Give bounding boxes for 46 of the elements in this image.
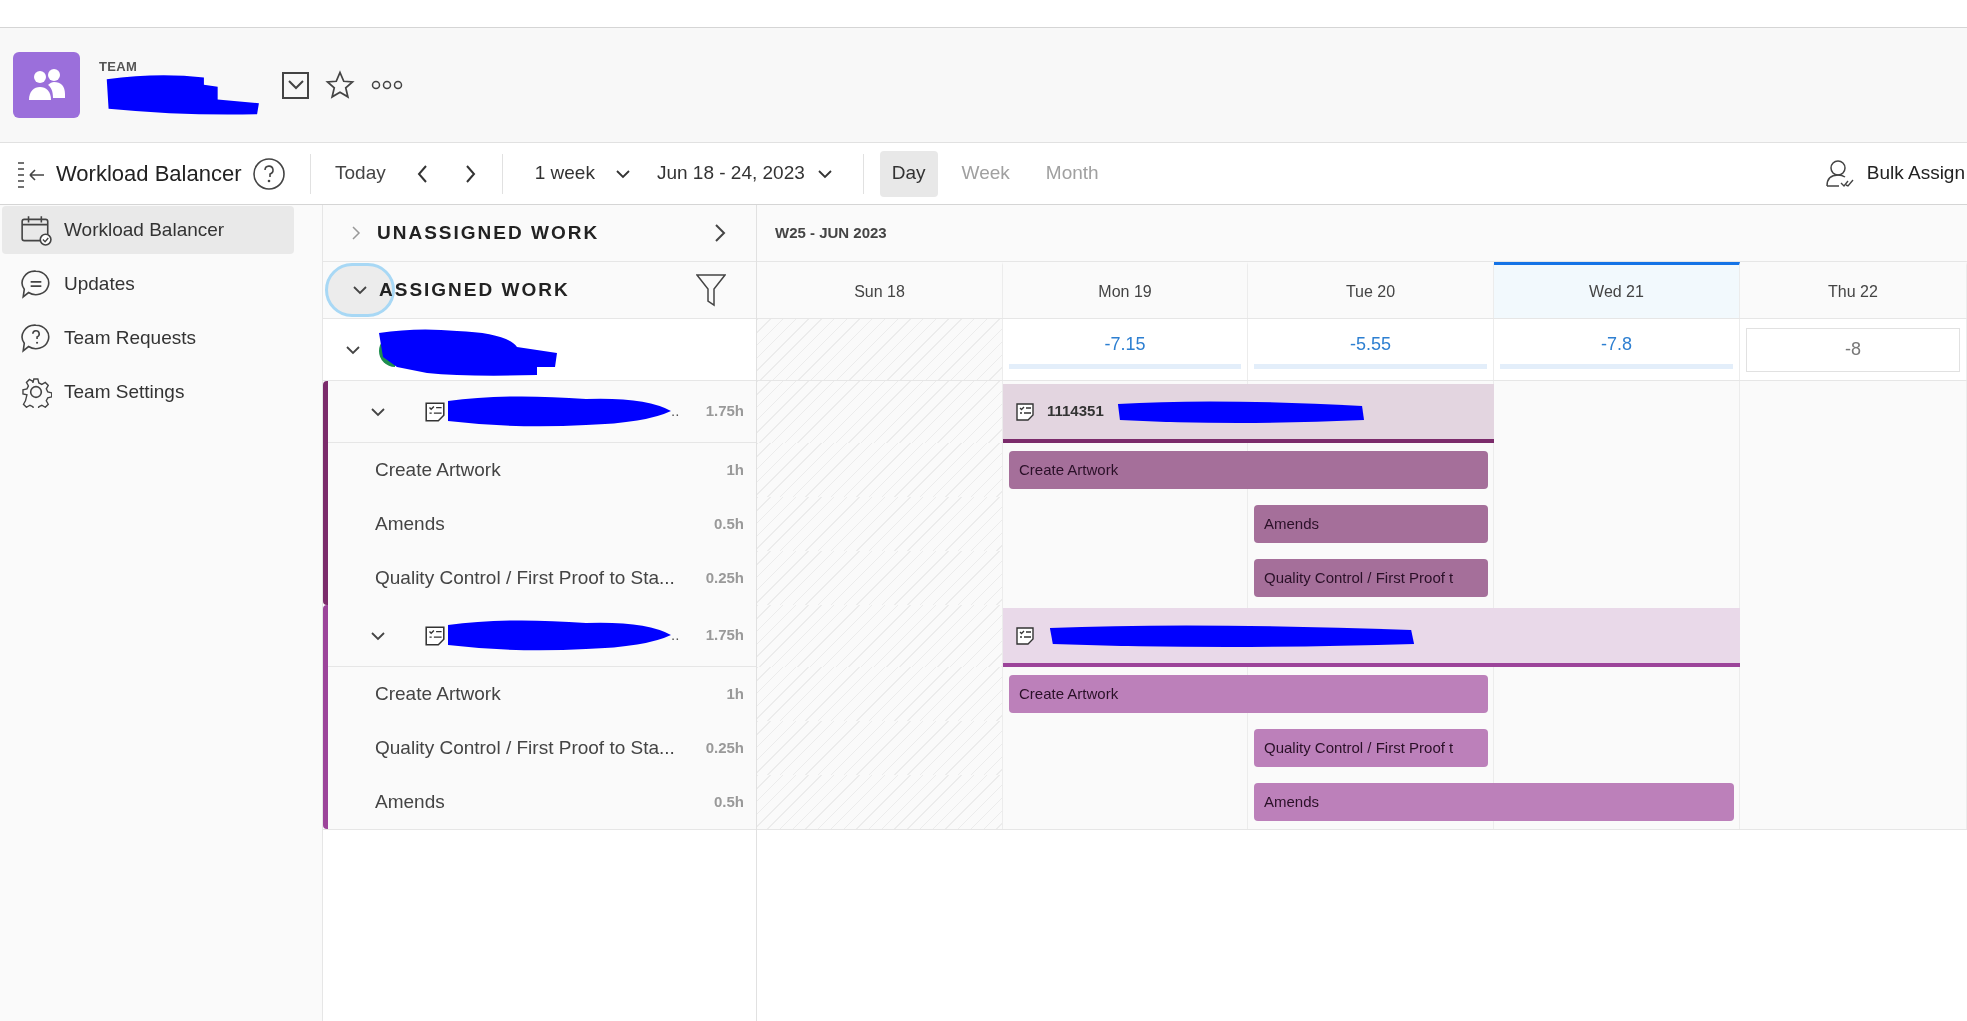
- ellipsis-text: ..: [671, 401, 680, 422]
- hours-label: 1h: [726, 459, 744, 480]
- task-bar[interactable]: Create Artwork: [1009, 675, 1488, 713]
- task-name: Quality Control / First Proof to Sta...: [375, 565, 675, 590]
- task-bar[interactable]: Amends: [1254, 783, 1734, 821]
- capacity-value: -7.8: [1601, 332, 1632, 356]
- sidebar-item[interactable]: Updates: [2, 260, 294, 308]
- task-bar[interactable]: Quality Control / First Proof t: [1254, 729, 1488, 767]
- section-title: ASSIGNED WORK: [379, 277, 570, 302]
- hours-label: 0.25h: [705, 737, 744, 758]
- hours-label: 1.75h: [705, 401, 744, 422]
- task-name: Create Artwork: [375, 457, 501, 482]
- hours-label: 1.75h: [705, 625, 744, 646]
- day-header[interactable]: Tue 20: [1248, 262, 1494, 318]
- sidebar-item[interactable]: Team Settings: [2, 368, 294, 416]
- section-title: UNASSIGNED WORK: [377, 220, 600, 245]
- view-tab[interactable]: Day: [879, 150, 938, 197]
- date-range-dropdown[interactable]: Jun 18 - 24, 2023: [656, 159, 833, 188]
- task-name: Create Artwork: [375, 681, 501, 706]
- today-button[interactable]: Today: [335, 159, 386, 188]
- task-name: Amends: [375, 511, 445, 536]
- day-header[interactable]: Mon 19: [1003, 262, 1248, 318]
- hours-label: 0.25h: [705, 567, 744, 588]
- capacity-value: -7.15: [1104, 332, 1146, 356]
- week-label: W25 - JUN 2023: [757, 205, 1967, 262]
- day-header[interactable]: Wed 21: [1494, 262, 1740, 318]
- project-bar[interactable]: 1114351: [1003, 384, 1494, 443]
- capacity-value: -8: [1746, 327, 1960, 372]
- task-name: Quality Control / First Proof to Sta...: [375, 735, 675, 760]
- capacity-value: -5.55: [1350, 332, 1391, 356]
- ellipsis-text: ..: [671, 625, 680, 646]
- task-bar[interactable]: Amends: [1254, 505, 1488, 543]
- page-title: Workload Balancer: [56, 160, 242, 188]
- task-bar[interactable]: Quality Control / First Proof t: [1254, 559, 1488, 597]
- team-label: TEAM: [99, 58, 138, 76]
- task-bar[interactable]: Create Artwork: [1009, 451, 1488, 489]
- day-header[interactable]: Thu 22: [1740, 262, 1967, 318]
- sidebar-item[interactable]: Workload Balancer: [2, 206, 294, 254]
- hours-label: 0.5h: [714, 791, 744, 812]
- range-dropdown[interactable]: 1 week: [534, 159, 631, 188]
- hours-label: 0.5h: [714, 513, 744, 534]
- sidebar-item[interactable]: Team Requests: [2, 314, 294, 362]
- day-header[interactable]: Sun 18: [757, 262, 1003, 318]
- hours-label: 1h: [726, 683, 744, 704]
- bulk-assign-button[interactable]: Bulk Assign: [1824, 158, 1967, 189]
- task-name: Amends: [375, 789, 445, 814]
